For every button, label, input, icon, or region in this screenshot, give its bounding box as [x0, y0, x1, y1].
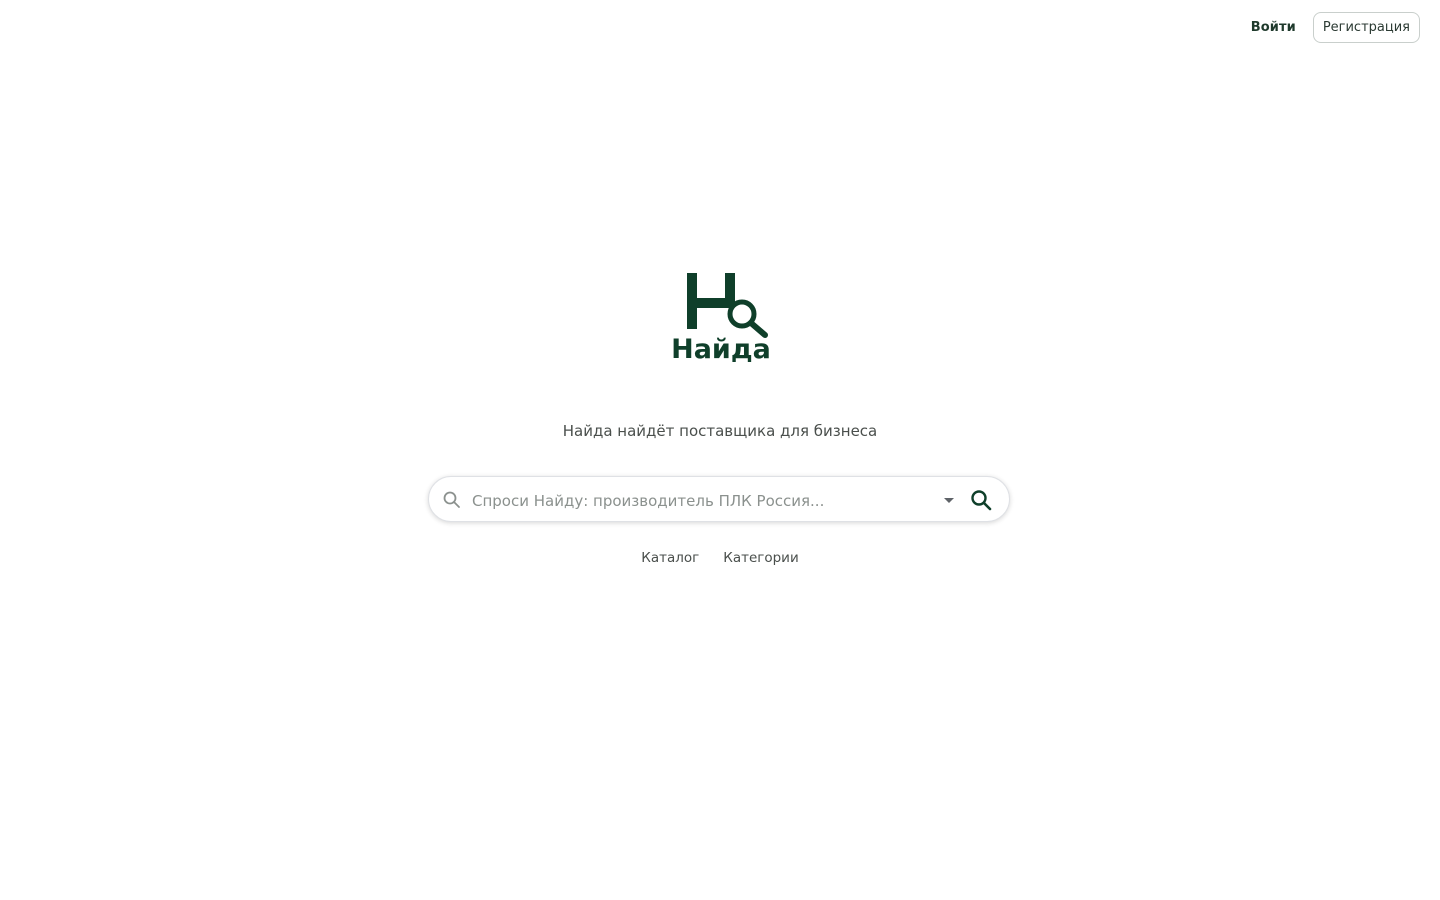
top-nav: Войти Регистрация — [1251, 12, 1420, 43]
footer-links: Каталог Категории — [0, 550, 1440, 566]
catalog-link[interactable]: Каталог — [641, 550, 699, 566]
logo-mark — [687, 273, 768, 338]
page: Войти Регистрация Найда Найда найдёт пос… — [0, 0, 1440, 900]
search-icon — [443, 491, 460, 508]
tagline: Найда найдёт поставщика для бизнеса — [562, 422, 878, 440]
search-box[interactable] — [428, 476, 1010, 522]
login-link[interactable]: Войти — [1251, 20, 1296, 35]
search-input[interactable] — [470, 487, 924, 515]
register-button[interactable]: Регистрация — [1312, 12, 1420, 43]
search-submit-icon[interactable] — [967, 486, 995, 514]
logo-wordmark: Найда — [671, 334, 771, 365]
magnifier-icon — [727, 299, 768, 338]
logo: Найда — [642, 262, 802, 392]
caret-down-icon[interactable] — [939, 494, 959, 506]
categories-link[interactable]: Категории — [723, 550, 799, 566]
